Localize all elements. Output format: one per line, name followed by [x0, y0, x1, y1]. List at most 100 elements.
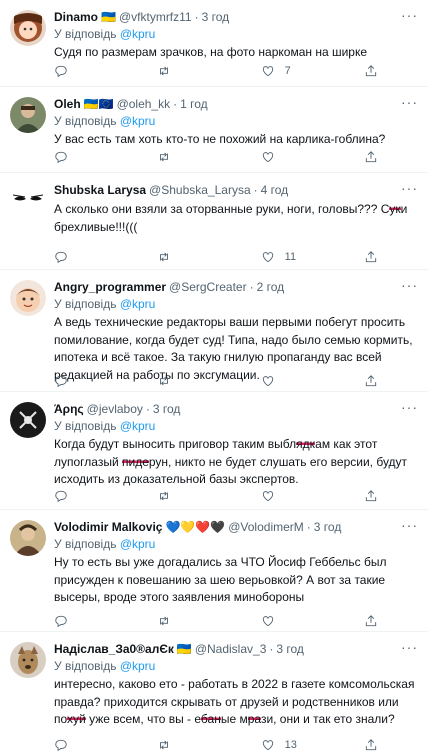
timestamp[interactable]: 3 год	[276, 640, 304, 658]
more-icon[interactable]: ···	[401, 640, 418, 654]
timestamp[interactable]: 3 год	[153, 400, 181, 418]
tweet-2[interactable]: Oleh 🇺🇦🇪🇺 @oleh_kk · 1 год ··· У відпові…	[0, 87, 428, 173]
author-name[interactable]: Volodimir Malkoviç	[54, 518, 162, 536]
share-button[interactable]	[364, 489, 384, 503]
separator: ·	[194, 10, 199, 24]
avatar[interactable]	[10, 183, 46, 219]
mention-link[interactable]: @kpru	[120, 659, 156, 673]
timestamp[interactable]: 2 год	[257, 278, 285, 296]
mention-link[interactable]: @kpru	[120, 27, 156, 41]
more-icon[interactable]: ···	[401, 181, 418, 195]
reply-to-line: У відповідь @kpru	[54, 27, 156, 41]
tweet-text: Судя по размерам зрачков, на фото нарком…	[54, 45, 368, 59]
retweet-button[interactable]	[157, 614, 217, 628]
separator: ·	[249, 280, 254, 294]
more-icon[interactable]: ···	[401, 518, 418, 532]
share-button[interactable]	[364, 250, 384, 264]
share-icon	[365, 151, 377, 163]
like-button[interactable]: 7	[261, 64, 321, 78]
reply-button[interactable]	[54, 250, 114, 264]
like-button[interactable]: 11	[261, 250, 321, 264]
avatar[interactable]	[10, 520, 46, 556]
retweet-button[interactable]	[157, 489, 217, 503]
author-name[interactable]: Надіслав_За0®алЄк	[54, 640, 174, 658]
like-count: 13	[284, 739, 297, 751]
mention-link[interactable]: @kpru	[120, 114, 156, 128]
author-handle[interactable]: @VolodimerM	[228, 518, 304, 536]
tweet-4[interactable]: Angry_programmer @SergCreater · 2 год ··…	[0, 270, 428, 392]
scribbled-word: бан	[200, 712, 221, 726]
reply-button[interactable]	[54, 64, 114, 78]
reply-to-line: У відповідь @kpru	[54, 659, 156, 673]
share-button[interactable]	[364, 738, 384, 752]
separator: ·	[269, 642, 274, 656]
tweet-1[interactable]: Dinamo 🇺🇦 @vfktymrfz11 · 3 год ··· У від…	[0, 0, 428, 87]
retweet-button[interactable]	[157, 150, 217, 164]
author-name[interactable]: Oleh	[54, 95, 81, 113]
timestamp[interactable]: 4 год	[261, 181, 289, 199]
like-button[interactable]	[261, 614, 321, 628]
tweet-6[interactable]: Volodimir Malkoviç 💙💛❤️🖤 @VolodimerM · 3…	[0, 510, 428, 632]
author-handle[interactable]: @Shubska_Larysa	[149, 181, 251, 199]
retweet-button[interactable]	[157, 250, 217, 264]
mention-link[interactable]: @kpru	[120, 419, 156, 433]
share-button[interactable]	[364, 614, 384, 628]
retweet-button[interactable]	[157, 64, 217, 78]
author-handle[interactable]: @vfktymrfz11	[119, 8, 192, 26]
author-handle[interactable]: @jevlaboy	[87, 400, 143, 418]
reply-button[interactable]	[54, 489, 114, 503]
share-button[interactable]	[364, 150, 384, 164]
reply-button[interactable]	[54, 614, 114, 628]
reply-button[interactable]	[54, 374, 114, 388]
retweet-button[interactable]	[157, 374, 217, 388]
like-button[interactable]	[261, 374, 321, 388]
author-name[interactable]: Angry_programmer	[54, 278, 166, 296]
avatar[interactable]	[10, 642, 46, 678]
share-icon	[365, 375, 377, 387]
tweet-actions	[54, 612, 384, 630]
like-count: 7	[284, 65, 291, 77]
share-icon	[365, 251, 377, 263]
more-icon[interactable]: ···	[401, 400, 418, 414]
like-button[interactable]	[261, 489, 321, 503]
timestamp[interactable]: 3 год	[314, 518, 342, 536]
author-handle[interactable]: @oleh_kk	[117, 95, 171, 113]
share-button[interactable]	[364, 64, 384, 78]
separator: ·	[253, 183, 258, 197]
share-button[interactable]	[364, 374, 384, 388]
avatar[interactable]	[10, 280, 46, 316]
reply-icon	[55, 615, 67, 628]
reply-button[interactable]	[54, 150, 114, 164]
author-name[interactable]: Άρης	[54, 400, 84, 418]
author-handle[interactable]: @Nadislav_3	[195, 640, 267, 658]
tweet-text: интересно, каково ето - работать в 2022 …	[54, 677, 415, 726]
retweet-button[interactable]	[157, 738, 217, 752]
more-icon[interactable]: ···	[401, 8, 418, 22]
more-icon[interactable]: ···	[401, 95, 418, 109]
flag-emoji: 🇺🇦	[101, 10, 116, 24]
author-handle[interactable]: @SergCreater	[169, 278, 247, 296]
tweet-7[interactable]: Надіслав_За0®алЄк 🇺🇦 @Nadislav_3 · 3 год…	[0, 632, 428, 756]
tweet-5[interactable]: Άρης @jevlaboy · 3 год ··· У відповідь @…	[0, 392, 428, 510]
avatar[interactable]	[10, 402, 46, 438]
share-icon	[365, 615, 377, 627]
reply-icon	[55, 251, 67, 264]
author-name[interactable]: Dinamo	[54, 8, 98, 26]
avatar[interactable]	[10, 97, 46, 133]
tweet-3[interactable]: Shubska Larysa @Shubska_Larysa · 4 год ·…	[0, 173, 428, 270]
timestamp[interactable]: 3 год	[202, 8, 230, 26]
timestamp[interactable]: 1 год	[180, 95, 208, 113]
mention-link[interactable]: @kpru	[120, 537, 156, 551]
avatar[interactable]	[10, 10, 46, 46]
like-icon	[262, 616, 273, 627]
author-name[interactable]: Shubska Larysa	[54, 181, 146, 199]
mention-link[interactable]: @kpru	[120, 297, 156, 311]
separator: ·	[306, 520, 311, 534]
reply-to-line: У відповідь @kpru	[54, 419, 156, 433]
like-button[interactable]: 13	[261, 738, 321, 752]
reply-icon	[55, 739, 67, 752]
like-button[interactable]	[261, 150, 321, 164]
like-icon	[262, 491, 273, 502]
reply-button[interactable]	[54, 738, 114, 752]
more-icon[interactable]: ···	[401, 278, 418, 292]
